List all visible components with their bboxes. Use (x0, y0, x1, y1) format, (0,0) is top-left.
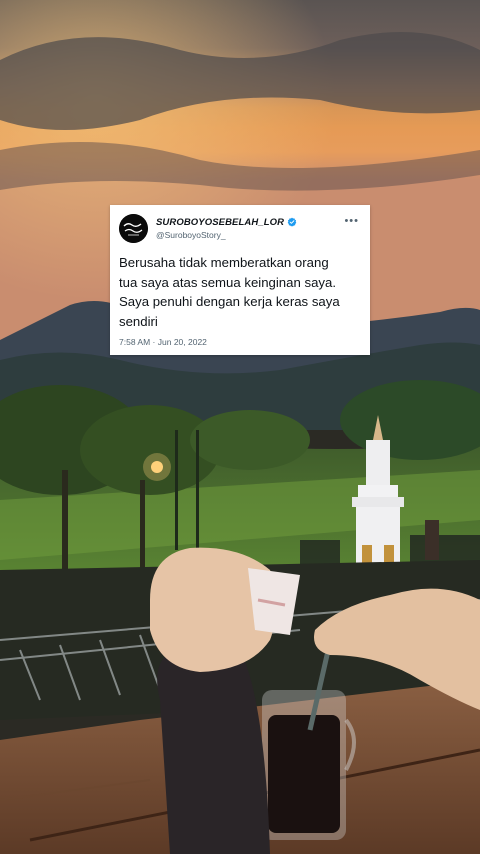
tweet-time: 7:58 AM (119, 337, 151, 347)
display-name[interactable]: SUROBOYOSEBELAH_LOR (156, 217, 284, 228)
tweet-date: Jun 20, 2022 (157, 337, 207, 347)
verified-badge-icon (287, 217, 297, 227)
meta-separator: · (150, 337, 158, 347)
background-photo (0, 0, 480, 854)
user-handle[interactable]: @SuroboyoStory_ (156, 230, 297, 240)
tweet-text: Berusaha tidak memberatkan orang tua say… (119, 255, 340, 329)
avatar[interactable] (119, 213, 148, 243)
tweet-timestamp[interactable]: 7:58 AM · Jun 20, 2022 (119, 337, 207, 347)
tweet-header: SUROBOYOSEBELAH_LOR @SuroboyoStory_ ••• (119, 213, 361, 243)
avatar-logo-icon (119, 213, 148, 243)
tweet-card[interactable]: SUROBOYOSEBELAH_LOR @SuroboyoStory_ ••• … (110, 205, 370, 355)
tweet-author: SUROBOYOSEBELAH_LOR @SuroboyoStory_ (156, 217, 297, 240)
more-horizontal-icon[interactable]: ••• (344, 216, 359, 227)
